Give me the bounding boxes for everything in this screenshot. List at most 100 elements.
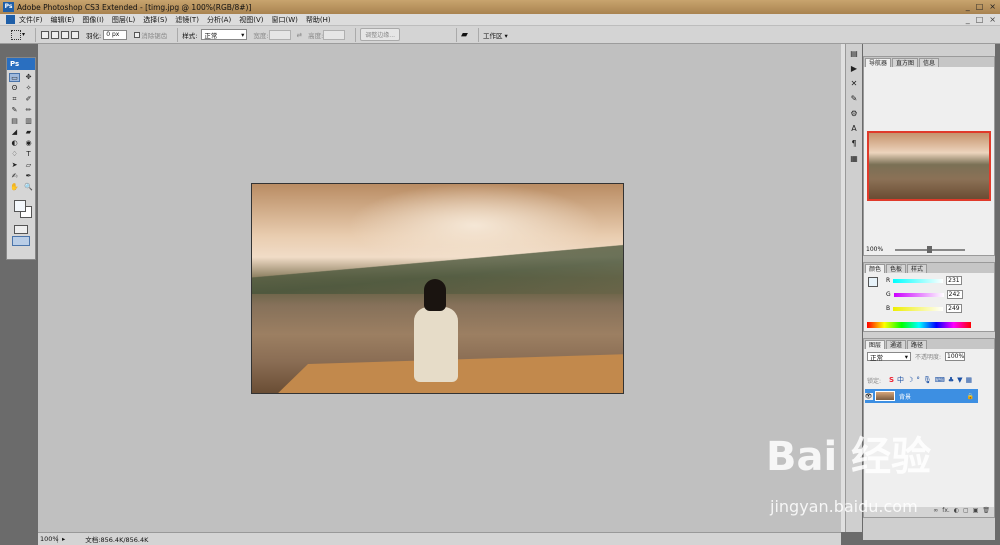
path-selection-tool[interactable]: ➤ — [9, 161, 20, 170]
eraser-tool[interactable]: ◢ — [9, 128, 20, 137]
ime-mic-icon[interactable]: 🎙 — [923, 376, 932, 384]
doc-maximize-button[interactable]: □ — [976, 15, 984, 24]
workspace-menu[interactable]: 工作区 ▾ — [483, 30, 508, 40]
menu-edit[interactable]: 编辑(E) — [51, 15, 75, 25]
menu-layer[interactable]: 图层(L) — [112, 15, 135, 25]
healing-brush-tool[interactable]: ✎ — [9, 106, 20, 115]
menu-image[interactable]: 图像(I) — [82, 15, 104, 25]
clone-stamp-tool[interactable]: ▤ — [9, 117, 20, 126]
clone-source-icon[interactable]: ⚙ — [848, 109, 860, 119]
menu-help[interactable]: 帮助(H) — [306, 15, 331, 25]
type-tool[interactable]: T — [23, 150, 34, 159]
width-input[interactable] — [268, 29, 291, 40]
tab-channels[interactable]: 通道 — [886, 340, 907, 349]
feather-input[interactable]: 0 px — [103, 29, 128, 40]
menu-view[interactable]: 视图(V) — [239, 15, 263, 25]
document-canvas[interactable] — [251, 183, 624, 394]
gradient-tool[interactable]: ▰ — [23, 128, 34, 137]
tool-preset-chevron-icon[interactable]: ▾ — [22, 31, 25, 38]
color-spectrum-bar[interactable] — [867, 322, 971, 328]
blur-tool[interactable]: ◐ — [9, 139, 20, 148]
tab-layers[interactable]: 图层 — [865, 340, 886, 349]
history-panel-icon[interactable]: ▤ — [848, 49, 860, 59]
ime-skin-icon[interactable]: ♣ — [948, 376, 954, 384]
add-selection-icon[interactable] — [51, 30, 60, 39]
close-button[interactable]: × — [989, 2, 996, 11]
tab-styles[interactable]: 样式 — [907, 264, 928, 273]
tab-paths[interactable]: 路径 — [907, 340, 928, 349]
doc-minimize-button[interactable]: _ — [966, 15, 970, 24]
brushes-panel-icon[interactable]: ✎ — [848, 94, 860, 104]
subtract-selection-icon[interactable] — [61, 30, 70, 39]
lasso-tool[interactable]: ʘ — [9, 84, 20, 93]
new-group-icon[interactable]: ▢ — [963, 507, 969, 517]
layer-background-row[interactable]: 👁 背景 🔒 — [864, 389, 978, 403]
navigator-zoom-value[interactable]: 100% — [866, 246, 883, 253]
slice-tool[interactable]: ✐ — [23, 95, 34, 104]
layer-visibility-eye-icon[interactable]: 👁 — [864, 392, 873, 400]
eyedropper-tool[interactable]: ✒ — [23, 172, 34, 181]
style-select[interactable]: 正常 ▾ — [201, 29, 248, 40]
brush-tool[interactable]: ✏ — [23, 106, 34, 115]
layer-style-icon[interactable]: fx. — [942, 507, 950, 517]
menu-window[interactable]: 窗口(W) — [271, 15, 297, 25]
menu-filter[interactable]: 滤镜(T) — [175, 15, 199, 25]
foreground-color-swatch[interactable] — [14, 200, 26, 212]
minimize-button[interactable]: _ — [966, 2, 970, 11]
ime-moon-icon[interactable]: ☽ — [907, 376, 913, 384]
tool-presets-icon[interactable]: ✕ — [848, 79, 860, 89]
menu-analysis[interactable]: 分析(A) — [207, 15, 231, 25]
intersect-selection-icon[interactable] — [71, 30, 80, 39]
antialias-checkbox[interactable] — [134, 31, 141, 38]
document-workspace[interactable] — [38, 44, 841, 532]
bridge-icon[interactable]: ▰ — [461, 30, 468, 40]
green-value[interactable]: 242 — [946, 290, 963, 299]
ime-tools-icon[interactable]: ▦ — [966, 376, 973, 384]
dodge-tool[interactable]: ◉ — [23, 139, 34, 148]
ime-shirt-icon[interactable]: ▼ — [957, 376, 962, 384]
quick-mask-button[interactable] — [14, 225, 28, 234]
color-panel-foreground-swatch[interactable] — [868, 277, 878, 287]
magic-wand-tool[interactable]: ✧ — [23, 84, 34, 93]
marquee-tool[interactable]: ▭ — [9, 73, 20, 82]
tab-histogram[interactable]: 直方图 — [892, 58, 919, 67]
menu-select[interactable]: 选择(S) — [143, 15, 167, 25]
ime-chinese-icon[interactable]: 中 — [897, 375, 904, 385]
swap-icon[interactable]: ⇄ — [297, 31, 302, 39]
character-panel-icon[interactable]: A — [848, 124, 860, 134]
zoom-tool[interactable]: 🔍 — [23, 183, 34, 192]
crop-tool[interactable]: ⌗ — [9, 95, 20, 104]
tab-color[interactable]: 颜色 — [865, 264, 886, 273]
blue-value[interactable]: 249 — [946, 304, 963, 313]
layer-comps-icon[interactable]: ▦ — [848, 154, 860, 164]
slider-thumb[interactable] — [927, 245, 933, 253]
red-slider[interactable] — [893, 278, 944, 283]
new-layer-icon[interactable]: ▣ — [973, 507, 979, 517]
notes-tool[interactable]: ✍ — [9, 172, 20, 181]
tab-info[interactable]: 信息 — [919, 58, 940, 67]
maximize-button[interactable]: □ — [976, 2, 984, 11]
blue-slider[interactable] — [893, 306, 944, 311]
new-selection-icon[interactable] — [41, 30, 50, 39]
app-menu-icon[interactable] — [6, 15, 15, 24]
doc-close-button[interactable]: × — [989, 15, 996, 24]
tab-swatches[interactable]: 色板 — [886, 264, 907, 273]
red-value[interactable]: 231 — [946, 276, 963, 285]
navigator-zoom-slider[interactable] — [895, 245, 966, 253]
actions-panel-icon[interactable]: ▶ — [848, 64, 860, 74]
marquee-tool-icon[interactable] — [11, 29, 21, 40]
link-layers-icon[interactable]: ∞ — [933, 507, 938, 517]
menu-file[interactable]: 文件(F) — [19, 15, 43, 25]
navigator-thumbnail[interactable] — [867, 131, 991, 201]
height-input[interactable] — [323, 29, 346, 40]
sogou-ime-icon[interactable]: S — [889, 376, 894, 384]
ime-keyboard-icon[interactable]: ⌨ — [935, 376, 945, 384]
move-tool[interactable]: ✥ — [23, 73, 34, 82]
green-slider[interactable] — [893, 292, 944, 297]
layer-name[interactable]: 背景 — [899, 392, 911, 401]
status-menu-icon[interactable]: ▸ — [62, 535, 65, 543]
tab-navigator[interactable]: 导航器 — [865, 58, 892, 67]
ime-punct-icon[interactable]: ° — [916, 376, 920, 384]
adjustment-layer-icon[interactable]: ◐ — [954, 507, 959, 517]
pen-tool[interactable]: ♢ — [9, 150, 20, 159]
